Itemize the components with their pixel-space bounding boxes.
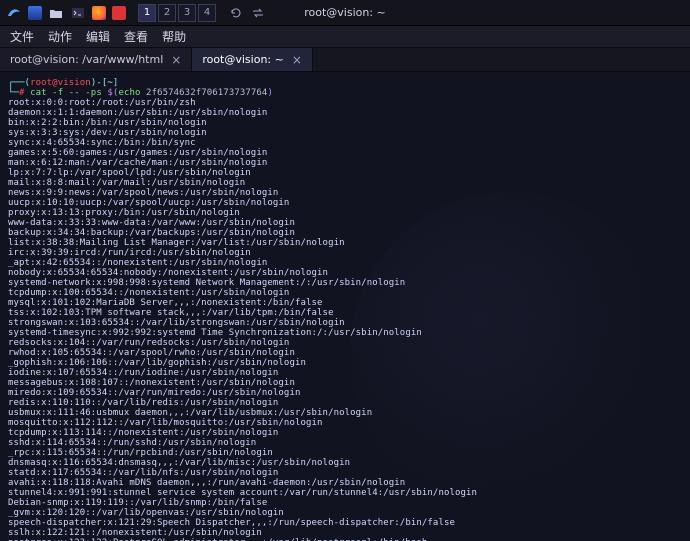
prompt-host: vision [58, 78, 91, 88]
firefox-icon[interactable] [92, 6, 106, 20]
cmd-paren-close: ) [267, 88, 273, 98]
sync-icon[interactable] [250, 5, 266, 21]
tab-label: root@vision: ~ [202, 53, 284, 66]
terminal-tabbar: root@vision: /var/www/html × root@vision… [0, 48, 690, 72]
menubar: 文件 动作 编辑 查看 帮助 [0, 26, 690, 48]
prompt-l2: └─ [8, 88, 19, 98]
prompt-hash: # [19, 88, 25, 98]
cmd-main: cat -f -- -ps [30, 88, 102, 98]
folder-icon[interactable] [48, 5, 64, 21]
tab-1[interactable]: root@vision: ~ × [192, 48, 313, 71]
prompt-end: ] [113, 78, 119, 88]
workspace-2[interactable]: 2 [158, 4, 176, 22]
kali-icon[interactable] [6, 5, 22, 21]
terminal-icon[interactable] [70, 5, 86, 21]
prompt-user: root [30, 78, 52, 88]
cmd-arg: 2f6574632f706173737764 [146, 88, 267, 98]
menu-help[interactable]: 帮助 [162, 28, 186, 45]
menu-view[interactable]: 查看 [124, 28, 148, 45]
menu-edit[interactable]: 编辑 [86, 28, 110, 45]
notes-icon[interactable] [112, 6, 126, 20]
prompt-open: ┌──( [8, 78, 30, 88]
prompt-close: )-[ [91, 78, 108, 88]
passwd-dump: root:x:0:0:root:/root:/usr/bin/zsh daemo… [8, 98, 477, 541]
workspace-4[interactable]: 4 [198, 4, 216, 22]
refresh-icon[interactable] [228, 5, 244, 21]
cmd-echo: echo [118, 88, 140, 98]
app-launcher-icon[interactable] [28, 6, 42, 20]
terminal-output[interactable]: ┌──(root@vision)-[~] └─# cat -f -- -ps $… [0, 72, 690, 541]
menu-action[interactable]: 动作 [48, 28, 72, 45]
close-icon[interactable]: × [171, 53, 181, 67]
tab-0[interactable]: root@vision: /var/www/html × [0, 48, 192, 71]
window-title: root@vision: ~ [304, 6, 386, 19]
tab-label: root@vision: /var/www/html [10, 53, 163, 66]
menu-file[interactable]: 文件 [10, 28, 34, 45]
workspace-switcher: 1 2 3 4 [138, 4, 216, 22]
terminal-viewport[interactable]: ┌──(root@vision)-[~] └─# cat -f -- -ps $… [0, 72, 690, 541]
workspace-1[interactable]: 1 [138, 4, 156, 22]
system-panel: 1 2 3 4 root@vision: ~ [0, 0, 690, 26]
workspace-3[interactable]: 3 [178, 4, 196, 22]
close-icon[interactable]: × [292, 53, 302, 67]
cmd-paren-open: $( [107, 88, 118, 98]
